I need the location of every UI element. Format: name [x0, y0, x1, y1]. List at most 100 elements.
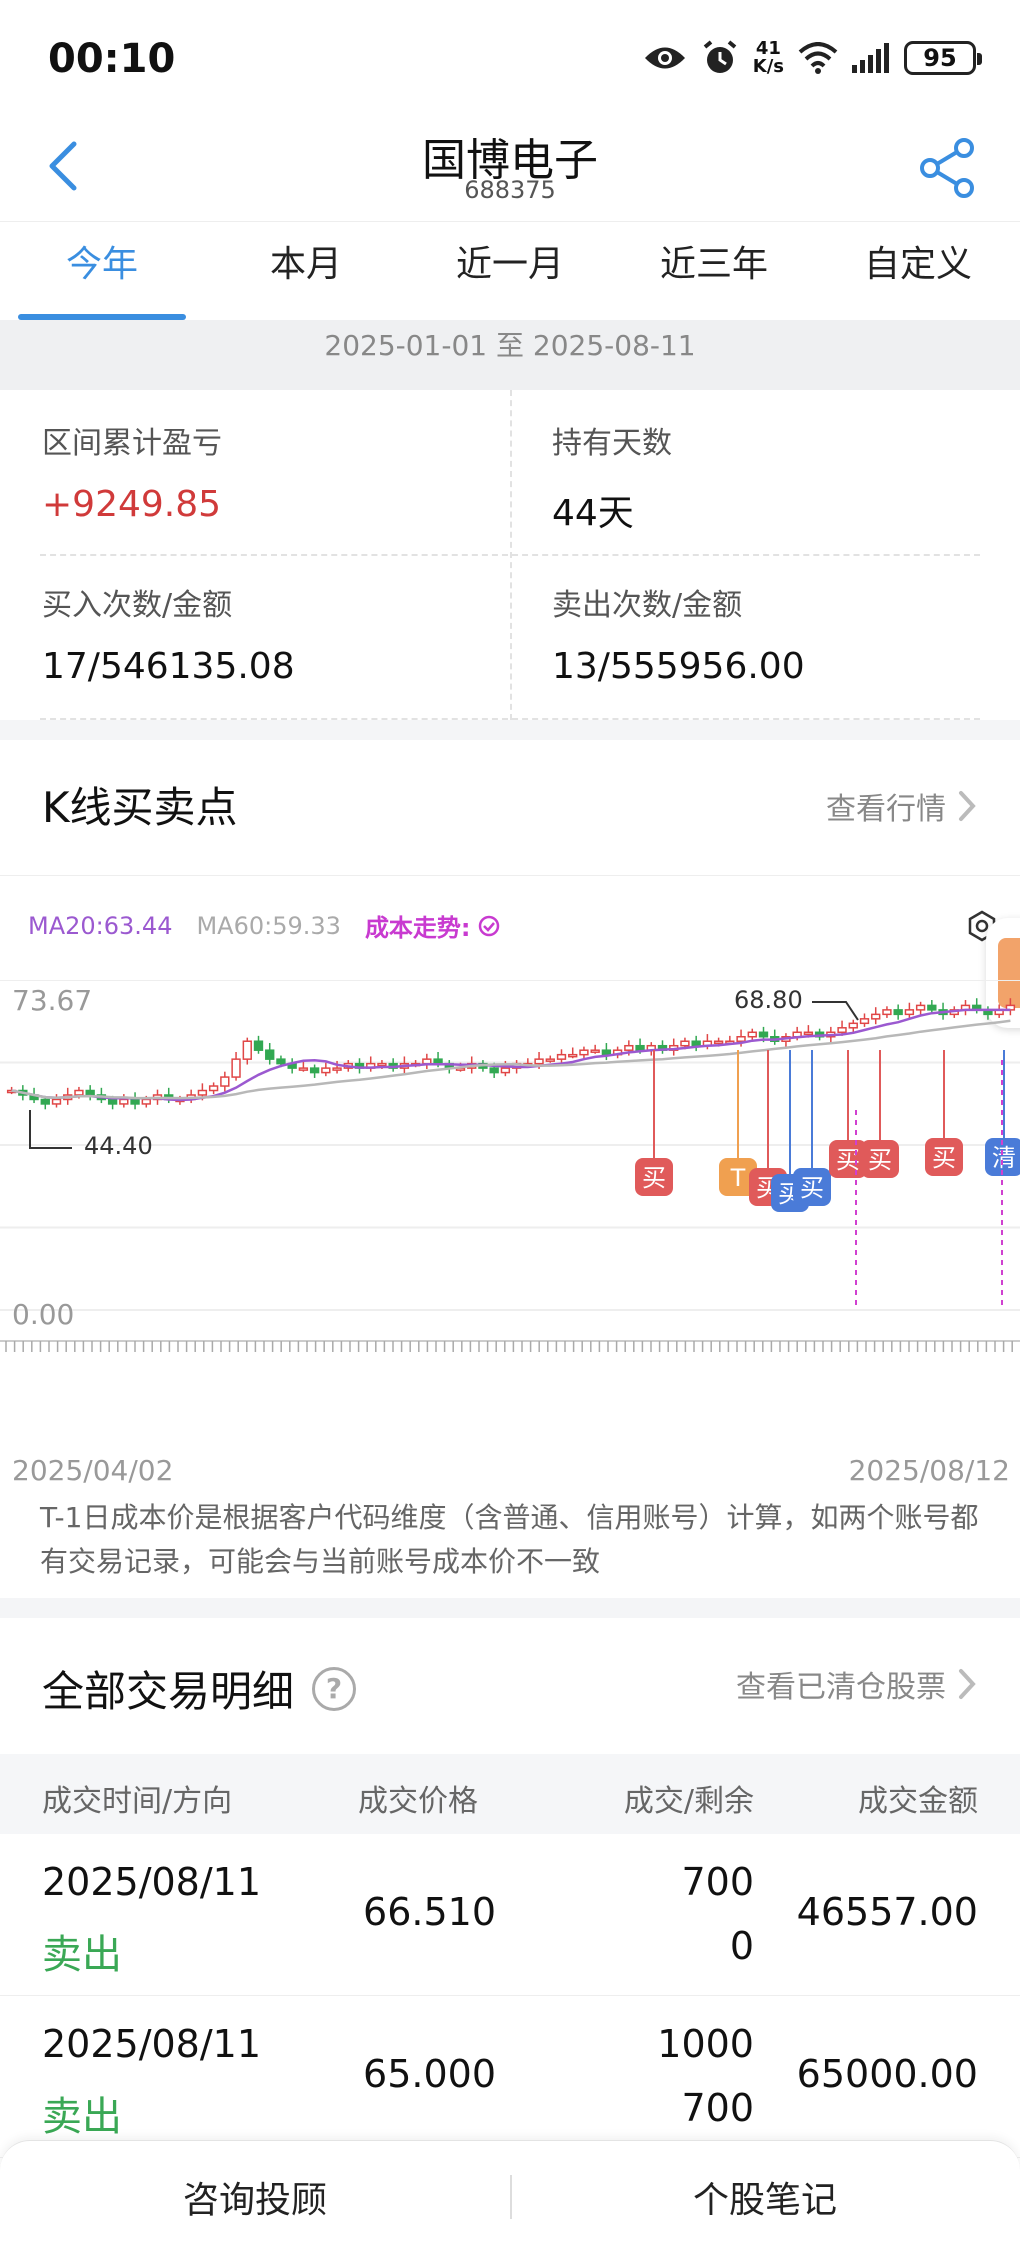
view-cleared-link[interactable]: 查看已清仓股票 [736, 1662, 978, 1706]
high-leader-line [812, 1001, 859, 1021]
candle-body [321, 1067, 331, 1074]
trades-table-header: 成交时间/方向 成交价格 成交/剩余 成交金额 [0, 1754, 1020, 1834]
signal-icon [852, 43, 889, 73]
candle-body [332, 1067, 342, 1071]
tab-this-month[interactable]: 本月 [204, 222, 408, 320]
ma60-line [11, 1019, 1011, 1100]
chevron-right-icon [959, 791, 976, 821]
candle-body [242, 1040, 252, 1060]
candle-body [713, 1040, 724, 1044]
candle-body [51, 1098, 62, 1105]
hold-label: 持有天数 [552, 426, 672, 461]
stock-notes-button[interactable]: 个股笔记 [510, 2171, 1020, 2223]
candle-body [803, 1031, 814, 1036]
candle-body [253, 1040, 264, 1051]
candle-body [837, 1027, 847, 1034]
candle-body [74, 1089, 84, 1096]
period-tabs: 今年 本月 近一月 近三年 自定义 [0, 222, 1020, 320]
share-icon [920, 138, 974, 198]
table-row[interactable]: 2025/08/11 卖出 65.000 1000 700 65000.00 [0, 1996, 1020, 2158]
share-button[interactable] [912, 132, 984, 204]
summary-buy: 买入次数/金额 17/546135.08 [42, 580, 512, 687]
tab-last-three-years[interactable]: 近三年 [612, 222, 816, 320]
kline-header: K线买卖点 查看行情 [0, 740, 1020, 876]
summary-vertical-divider [510, 390, 512, 720]
candle-body [130, 1098, 140, 1105]
col-price: 成交价格 [358, 1784, 478, 1819]
candle-body [276, 1058, 286, 1065]
candle-body [107, 1098, 118, 1105]
summary-hold-days: 持有天数 44天 [552, 418, 1020, 536]
candle-body [298, 1067, 309, 1071]
candle-body [927, 1004, 937, 1011]
trade-direction: 卖出 [42, 1932, 122, 1978]
trade-price: 65.000 [363, 2052, 496, 2096]
candle-body [119, 1098, 129, 1105]
trade-markers: 买 T 买买买买买买清 [635, 1050, 1020, 1310]
col-amount: 成交金额 [858, 1784, 978, 1819]
tab-this-year[interactable]: 今年 [0, 222, 204, 320]
pnl-value: +9249.85 [42, 484, 222, 525]
candle-body [747, 1031, 757, 1038]
candle-body [848, 1022, 858, 1029]
candle-body [377, 1062, 387, 1067]
summary-panel: 区间累计盈亏 +9249.85 持有天数 44天 买入次数/金额 17/5461… [0, 390, 1020, 720]
candle-body [601, 1049, 612, 1056]
battery-icon: 95 [904, 41, 982, 75]
consult-advisor-button[interactable]: 咨询投顾 [0, 2171, 510, 2223]
alarm-icon [703, 40, 737, 73]
y-max-label: 73.67 [12, 984, 92, 1017]
trade-remaining: 0 [729, 1924, 754, 1968]
candle-body [265, 1049, 275, 1060]
trade-qty: 700 [681, 1860, 754, 1904]
trade-direction: 卖出 [42, 2094, 122, 2140]
candle-body [309, 1067, 320, 1074]
trade-qty: 1000 [657, 2022, 754, 2066]
col-qty-remaining: 成交/剩余 [623, 1784, 754, 1819]
candle-body [40, 1098, 50, 1105]
hold-value: 44天 [552, 493, 634, 534]
cost-trend-toggle[interactable]: 成本走势: [365, 908, 501, 943]
trade-amount: 65000.00 [796, 2052, 978, 2096]
trade-marker-label: 买 [642, 1164, 666, 1192]
trade-remaining: 700 [681, 2086, 754, 2130]
trade-marker-label: 买 [932, 1144, 956, 1172]
table-row[interactable]: 2025/08/11 卖出 66.510 700 0 46557.00 [0, 1834, 1020, 1996]
trade-marker-label: 买 [868, 1146, 892, 1174]
tab-custom[interactable]: 自定义 [816, 222, 1020, 320]
candle-body [85, 1089, 95, 1096]
high-marker-label: 68.80 [734, 986, 803, 1014]
candle-body [556, 1053, 567, 1060]
summary-divider-bottom [40, 718, 980, 720]
candle-body [882, 1009, 892, 1016]
sell-label: 卖出次数/金额 [552, 588, 743, 623]
x-axis-ticks [0, 1340, 1020, 1358]
candles [6, 998, 1016, 1110]
view-quote-link[interactable]: 查看行情 [826, 784, 978, 828]
candle-body [579, 1049, 589, 1056]
trade-date: 2025/08/11 [42, 1860, 262, 1904]
eye-icon [644, 47, 685, 69]
pnl-label: 区间累计盈亏 [42, 426, 222, 461]
candle-body [220, 1076, 230, 1087]
candle-body [231, 1058, 241, 1078]
candle-body [680, 1040, 690, 1047]
date-range: 2025-01-01 至 2025-08-11 [0, 320, 1020, 390]
tab-last-month[interactable]: 近一月 [408, 222, 612, 320]
candle-body [545, 1058, 555, 1062]
candle-body [197, 1089, 208, 1096]
status-bar: 00:10 41 K/s 95 [0, 0, 1020, 120]
app-header: 国博电子 688375 [0, 120, 1020, 222]
help-icon[interactable]: ? [312, 1666, 357, 1711]
candle-body [736, 1036, 746, 1042]
candle-body [489, 1067, 499, 1074]
trade-date: 2025/08/11 [42, 2022, 262, 2066]
summary-sell: 卖出次数/金额 13/555956.00 [552, 580, 1020, 687]
wifi-icon [798, 42, 838, 74]
candle-body [915, 1004, 926, 1011]
x-end-label: 2025/08/12 [848, 1454, 1010, 1487]
x-start-label: 2025/04/02 [12, 1454, 174, 1487]
kline-chart[interactable]: 买 T 买买买买买买清 73.67 0.00 68.80 44.40 [0, 980, 1020, 1340]
candle-body [568, 1053, 578, 1058]
low-leader-line [29, 1110, 72, 1149]
